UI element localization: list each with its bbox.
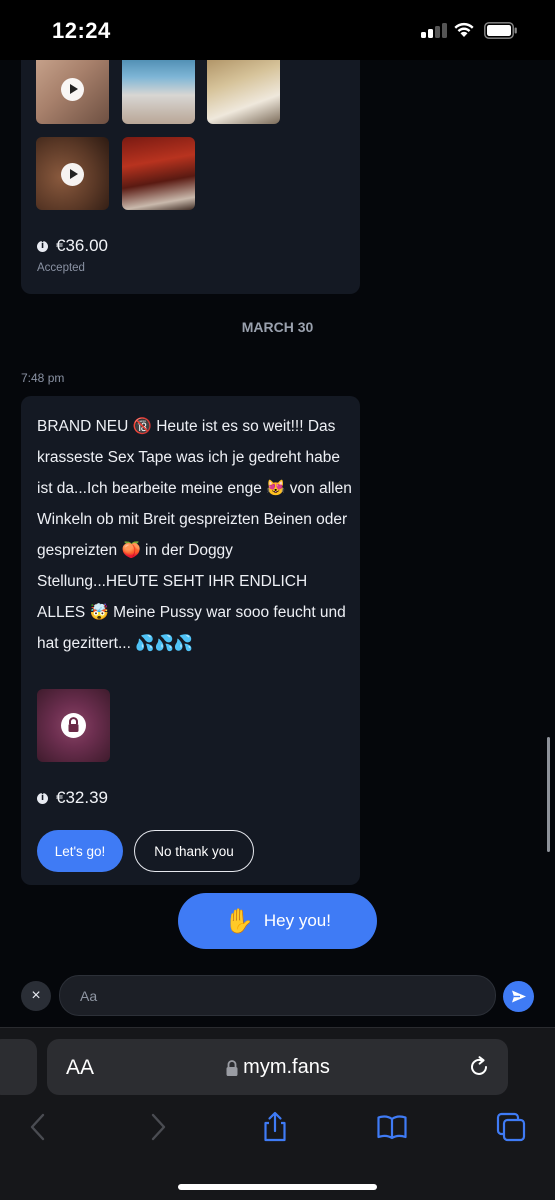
date-separator-label: MARCH 30 — [241, 319, 314, 335]
hey-you-label: Hey you! — [263, 911, 331, 930]
status-time: 12:24 — [52, 18, 111, 43]
status-bar: 12:24 — [0, 0, 555, 60]
lock-icon — [61, 713, 86, 738]
message-input[interactable] — [59, 975, 496, 1016]
paid-message-card: BRAND NEU 🔞 Heute ist es so weit!!! Das … — [21, 396, 360, 885]
decline-offer-button[interactable]: No thank you — [134, 830, 254, 872]
info-icon[interactable]: i — [37, 240, 48, 252]
message-thread[interactable]: i €36.00 Accepted MARCH 30 7:48 pm BRAND… — [0, 60, 555, 975]
previous-tab-preview[interactable] — [0, 1039, 37, 1095]
home-indicator[interactable] — [178, 1184, 377, 1190]
forward-icon[interactable] — [142, 1111, 174, 1143]
media-offer-card: i €36.00 Accepted — [21, 60, 360, 294]
media-thumbnail-video[interactable] — [36, 137, 109, 210]
back-icon[interactable] — [22, 1111, 54, 1143]
info-icon[interactable]: i — [37, 792, 48, 804]
bookmarks-icon[interactable] — [376, 1111, 408, 1143]
tabs-icon[interactable] — [495, 1111, 527, 1143]
media-thumbnail-video[interactable] — [36, 60, 109, 124]
price-row: i €36.00 — [37, 236, 108, 256]
accept-offer-button[interactable]: Let's go! — [37, 830, 123, 872]
scrollbar-thumb[interactable] — [547, 737, 550, 852]
date-separator: MARCH 30 — [0, 319, 555, 335]
offer-status: Accepted — [37, 262, 85, 274]
url-display[interactable]: mym.fans — [47, 1056, 508, 1083]
media-thumbnail-photo[interactable] — [207, 60, 280, 124]
address-bar[interactable]: AA mym.fans — [47, 1039, 508, 1095]
url-text: mym.fans — [243, 1056, 330, 1078]
lock-icon — [226, 1059, 238, 1076]
play-icon — [61, 163, 84, 186]
share-icon[interactable] — [259, 1111, 291, 1143]
reload-icon[interactable] — [467, 1055, 491, 1079]
message-time: 7:48 pm — [21, 371, 65, 385]
message-composer: × — [0, 965, 555, 1027]
media-thumbnail-photo[interactable] — [122, 137, 195, 210]
battery-icon — [484, 22, 517, 39]
locked-media-thumbnail[interactable] — [37, 689, 110, 762]
send-icon — [512, 990, 526, 1003]
hey-you-button[interactable]: ✋ Hey you! — [178, 893, 377, 949]
wifi-icon — [454, 22, 474, 37]
play-icon — [61, 78, 84, 101]
offer-price: €36.00 — [56, 236, 108, 255]
wave-hand-icon: ✋ — [224, 907, 254, 935]
message-body: BRAND NEU 🔞 Heute ist es so weit!!! Das … — [37, 418, 352, 652]
cellular-signal-icon — [421, 22, 447, 38]
offer-price: €32.39 — [56, 788, 108, 807]
browser-nav-bar — [0, 1111, 555, 1151]
price-row: i €32.39 — [37, 788, 108, 808]
send-button[interactable] — [503, 981, 534, 1012]
browser-toolbar: AA mym.fans — [0, 1027, 555, 1200]
close-icon[interactable]: × — [21, 981, 51, 1011]
media-thumbnail-photo[interactable] — [122, 60, 195, 124]
